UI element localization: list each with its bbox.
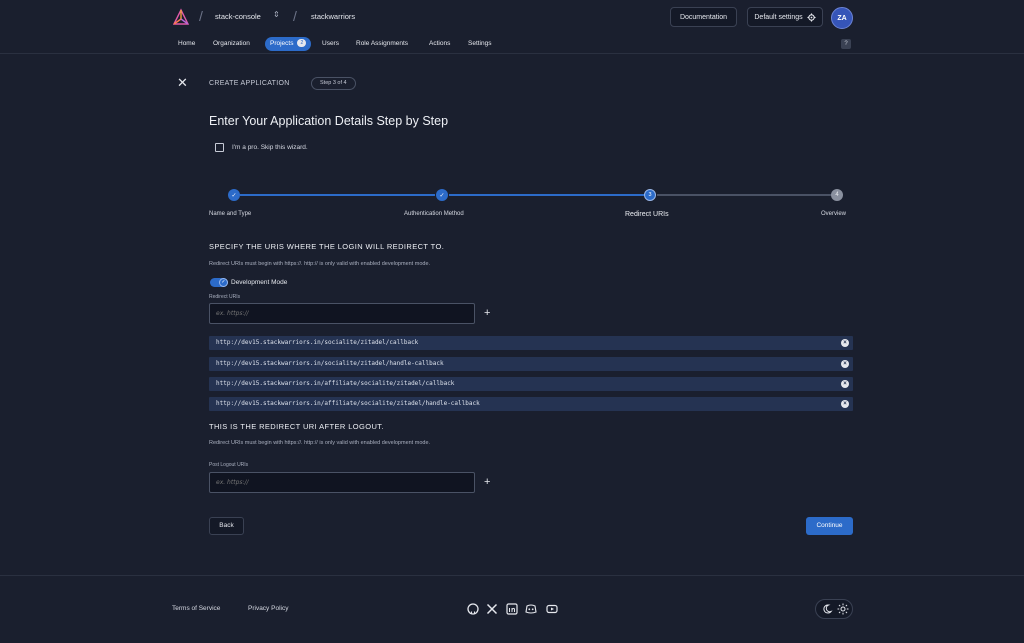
step-3-indicator[interactable]: 3 xyxy=(644,189,656,201)
logout-help-text: Redirect URIs must begin with https://. … xyxy=(209,440,431,446)
user-avatar[interactable]: ZA xyxy=(831,7,853,29)
step-2-check-icon[interactable]: ✓ xyxy=(436,189,448,201)
remove-uri-icon[interactable]: × xyxy=(841,339,849,347)
nav-actions[interactable]: Actions xyxy=(429,37,450,51)
nav-users[interactable]: Users xyxy=(322,37,339,51)
stepper-line xyxy=(657,194,831,196)
top-header: / stack-console ⇕ / stackwarriors Docume… xyxy=(0,0,1024,54)
development-mode-toggle[interactable]: ✓ xyxy=(210,278,228,287)
back-button[interactable]: Back xyxy=(209,517,244,535)
redirect-uri-text: http://dev15.stackwarriors.in/affiliate/… xyxy=(216,380,455,387)
redirect-uri-row: http://dev15.stackwarriors.in/affiliate/… xyxy=(209,377,853,391)
page-title: Enter Your Application Details Step by S… xyxy=(209,114,449,128)
documentation-label: Documentation xyxy=(679,13,728,21)
privacy-policy-link[interactable]: Privacy Policy xyxy=(248,605,288,612)
redirect-help-text: Redirect URIs must begin with https://. … xyxy=(209,261,431,267)
youtube-icon[interactable] xyxy=(546,603,558,615)
org-name[interactable]: stack-console xyxy=(215,12,261,21)
documentation-button[interactable]: Documentation xyxy=(670,7,737,27)
breadcrumb-divider: / xyxy=(293,8,297,24)
add-redirect-uri-plus-icon[interactable]: + xyxy=(484,307,490,319)
remove-uri-icon[interactable]: × xyxy=(841,360,849,368)
skip-wizard-label[interactable]: I'm a pro. Skip this wizard. xyxy=(232,144,308,151)
terms-of-service-link[interactable]: Terms of Service xyxy=(172,605,220,612)
redirect-uris-label: Redirect URIs xyxy=(209,294,241,300)
add-post-logout-uri-plus-icon[interactable]: + xyxy=(484,476,490,488)
projects-count-badge: 2 xyxy=(297,39,307,48)
sun-icon[interactable] xyxy=(837,603,849,615)
nav-organization[interactable]: Organization xyxy=(213,37,250,51)
post-logout-uri-input[interactable] xyxy=(209,472,475,493)
org-switcher-icon[interactable]: ⇕ xyxy=(273,10,280,19)
development-mode-label: Development Mode xyxy=(231,279,288,286)
x-icon[interactable] xyxy=(486,603,498,615)
close-icon[interactable]: ✕ xyxy=(177,76,188,90)
nav-projects-label: Projects xyxy=(270,40,294,47)
remove-uri-icon[interactable]: × xyxy=(841,380,849,388)
default-settings-label: Default settings xyxy=(754,13,803,21)
breadcrumb-divider: / xyxy=(199,8,203,24)
linkedin-icon[interactable] xyxy=(506,603,518,615)
stepper-line xyxy=(240,194,435,196)
skip-wizard-checkbox[interactable] xyxy=(215,143,224,152)
remove-uri-icon[interactable]: × xyxy=(841,400,849,408)
help-button[interactable]: ? xyxy=(841,39,851,49)
default-settings-button[interactable]: Default settings xyxy=(747,7,823,27)
continue-button[interactable]: Continue xyxy=(806,517,853,535)
nav-projects[interactable]: Projects 2 xyxy=(265,37,312,51)
redirect-uri-row: http://dev15.stackwarriors.in/affiliate/… xyxy=(209,397,853,411)
discord-icon[interactable] xyxy=(525,603,537,615)
footer-divider xyxy=(0,575,1024,576)
redirect-uri-row: http://dev15.stackwarriors.in/socialite/… xyxy=(209,336,853,350)
step-label-overview: Overview xyxy=(821,211,847,217)
toggle-check-icon: ✓ xyxy=(219,278,228,287)
gear-icon xyxy=(807,12,816,22)
step-indicator-badge: Step 3 of 4 xyxy=(311,77,356,90)
step-label-redirect-uris: Redirect URIs xyxy=(625,211,669,218)
main-nav: Home Organization Projects 2 Users Role A… xyxy=(0,37,1024,51)
redirect-uri-text: http://dev15.stackwarriors.in/socialite/… xyxy=(216,360,444,367)
nav-home[interactable]: Home xyxy=(178,37,195,51)
step-1-check-icon[interactable]: ✓ xyxy=(228,189,240,201)
post-logout-uris-label: Post Logout URIs xyxy=(209,462,249,468)
nav-settings[interactable]: Settings xyxy=(468,37,492,51)
step-4-indicator[interactable]: 4 xyxy=(831,189,843,201)
theme-toggle[interactable] xyxy=(815,599,853,619)
redirect-section-title: SPECIFY THE URIS WHERE THE LOGIN WILL RE… xyxy=(209,242,445,251)
stepper-line xyxy=(449,194,644,196)
nav-role-assignments[interactable]: Role Assignments xyxy=(356,37,408,51)
zitadel-logo-icon[interactable] xyxy=(171,7,191,27)
redirect-uri-input[interactable] xyxy=(209,303,475,324)
github-icon[interactable] xyxy=(467,603,479,615)
redirect-uri-text: http://dev15.stackwarriors.in/socialite/… xyxy=(216,339,419,346)
logout-section-title: THIS IS THE REDIRECT URI AFTER LOGOUT. xyxy=(209,422,384,431)
create-application-label: CREATE APPLICATION xyxy=(209,80,290,87)
redirect-uri-text: http://dev15.stackwarriors.in/affiliate/… xyxy=(216,400,480,407)
redirect-uri-row: http://dev15.stackwarriors.in/socialite/… xyxy=(209,357,853,371)
project-name[interactable]: stackwarriors xyxy=(311,12,355,21)
moon-icon[interactable] xyxy=(821,603,833,615)
step-label-auth-method: Authentication Method xyxy=(404,211,464,217)
step-label-name-type: Name and Type xyxy=(209,211,252,217)
